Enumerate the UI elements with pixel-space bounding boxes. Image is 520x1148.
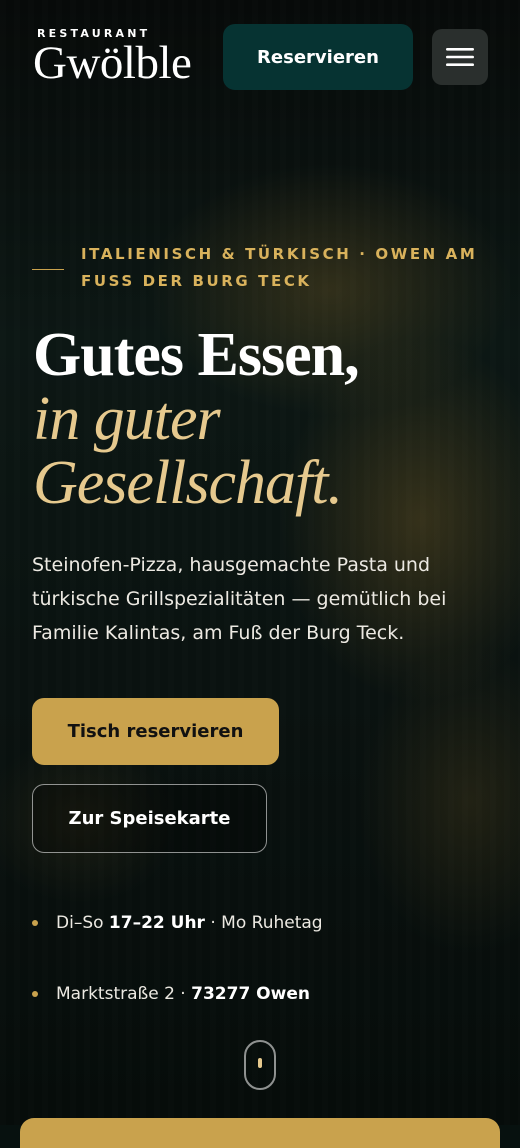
hamburger-menu-icon [446,48,474,66]
logo-name: Gwölble [33,37,192,89]
headline-line-3: Gesellschaft. [33,449,343,517]
menu-button[interactable] [432,29,488,85]
opening-hours: Di–So 17–22 Uhr · Mo Ruhetag [32,910,323,936]
hero-lead-text: Steinofen-Pizza, hausgemachte Pasta und … [32,554,447,644]
hours-suffix: · Mo Ruhetag [210,913,323,933]
hero-eyebrow: ITALIENISCH & TÜRKISCH · OWEN AM FUSS DE… [81,245,478,290]
address-street: Marktstraße 2 · [56,984,186,1004]
hours-value: 17–22 Uhr [108,913,205,933]
scroll-down-icon[interactable] [244,1040,276,1090]
hero-headline: Gutes Essen, in guter Gesellschaft. [33,321,360,517]
address-city: 73277 Owen [191,984,310,1004]
headline-line-2: in guter [33,385,221,453]
next-section-edge [20,1118,500,1148]
address: Marktstraße 2 · 73277 Owen [32,981,310,1007]
bullet-dot-icon [32,991,38,997]
bullet-dot-icon [32,920,38,926]
reserve-button[interactable]: Reservieren [223,24,413,90]
logo[interactable]: RESTAURANT Gwölble [33,27,192,89]
reserve-table-button[interactable]: Tisch reservieren [32,698,279,765]
menu-link-button[interactable]: Zur Speisekarte [32,784,267,853]
headline-line-1: Gutes Essen, [33,321,360,389]
eyebrow-divider [32,269,64,270]
scroll-wheel [258,1058,262,1068]
hours-prefix: Di–So [56,913,104,933]
